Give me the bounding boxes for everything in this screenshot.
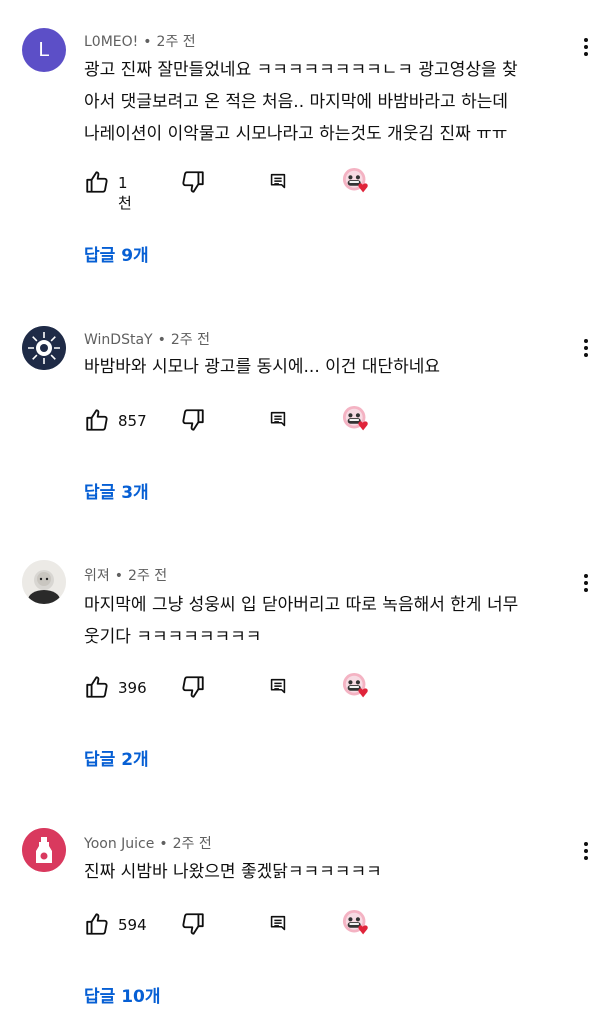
reply-icon[interactable]	[263, 672, 293, 702]
like-icon[interactable]	[82, 909, 112, 939]
author-name[interactable]: Yoon Juice	[84, 836, 154, 852]
comment-time[interactable]: 2주 전	[173, 836, 212, 852]
juice-bottle-icon	[22, 828, 66, 872]
comment-time[interactable]: 2주 전	[171, 332, 210, 348]
like-icon[interactable]	[82, 167, 112, 197]
separator: •	[157, 332, 166, 348]
like-icon[interactable]	[82, 672, 112, 702]
author-name[interactable]: WinDStaY	[84, 332, 153, 348]
creator-heart-icon	[342, 909, 372, 939]
comment-meta: WinDStaY • 2주 전	[84, 329, 210, 349]
separator: •	[114, 568, 124, 584]
dislike-icon[interactable]	[178, 167, 208, 197]
avatar[interactable]: L	[22, 28, 66, 72]
like-count: 594	[118, 916, 147, 934]
avatar[interactable]	[22, 326, 66, 370]
comment-text: 진짜 시밤바 나왔으면 좋겠닭ㅋㅋㅋㅋㅋㅋ	[84, 862, 382, 882]
avatar[interactable]	[22, 828, 66, 872]
replies-button[interactable]: 답글 9개	[84, 241, 149, 266]
replies-button[interactable]: 답글 3개	[84, 478, 149, 503]
author-name[interactable]: 위져	[84, 568, 110, 584]
comment-text: 마지막에 그냥 성웅씨 입 닫아버리고 따로 녹음해서 한게 너무 웃기다 ㅋㅋ…	[84, 595, 519, 647]
dislike-icon[interactable]	[178, 672, 208, 702]
separator: •	[159, 836, 168, 852]
comment-meta: L0MEO! • 2주 전	[84, 31, 196, 51]
avatar-photo-icon	[22, 560, 66, 604]
comment-meta: 위져 • 2주 전	[84, 565, 167, 585]
like-icon[interactable]	[82, 405, 112, 435]
creator-heart-icon	[342, 405, 372, 435]
avatar[interactable]	[22, 560, 66, 604]
dislike-icon[interactable]	[178, 909, 208, 939]
creator-heart-icon	[342, 672, 372, 702]
comment-text: 광고 진짜 잘만들었네요 ㅋㅋㅋㅋㅋㅋㅋㅋㄴㅋ 광고영상을 찾 아서 댓글보려고…	[84, 60, 518, 144]
reply-icon[interactable]	[263, 909, 293, 939]
replies-button[interactable]: 답글 10개	[84, 982, 161, 1007]
reply-icon[interactable]	[263, 405, 293, 435]
reply-icon[interactable]	[263, 167, 293, 197]
comment-text: 바밤바와 시모나 광고를 동시에... 이건 대단하네요	[84, 357, 441, 377]
dislike-icon[interactable]	[178, 405, 208, 435]
creator-heart-icon	[342, 167, 372, 197]
comment-time[interactable]: 2주 전	[157, 34, 196, 50]
avatar-letter: L	[38, 38, 50, 61]
like-count: 857	[118, 412, 147, 430]
author-name[interactable]: L0MEO!	[84, 34, 138, 50]
like-count: 1천	[118, 174, 132, 212]
separator: •	[143, 34, 152, 50]
comment-meta: Yoon Juice • 2주 전	[84, 833, 212, 853]
like-count: 396	[118, 679, 147, 697]
replies-button[interactable]: 답글 2개	[84, 745, 149, 770]
avatar-emblem-icon	[22, 326, 66, 370]
comment-time[interactable]: 2주 전	[128, 568, 167, 584]
